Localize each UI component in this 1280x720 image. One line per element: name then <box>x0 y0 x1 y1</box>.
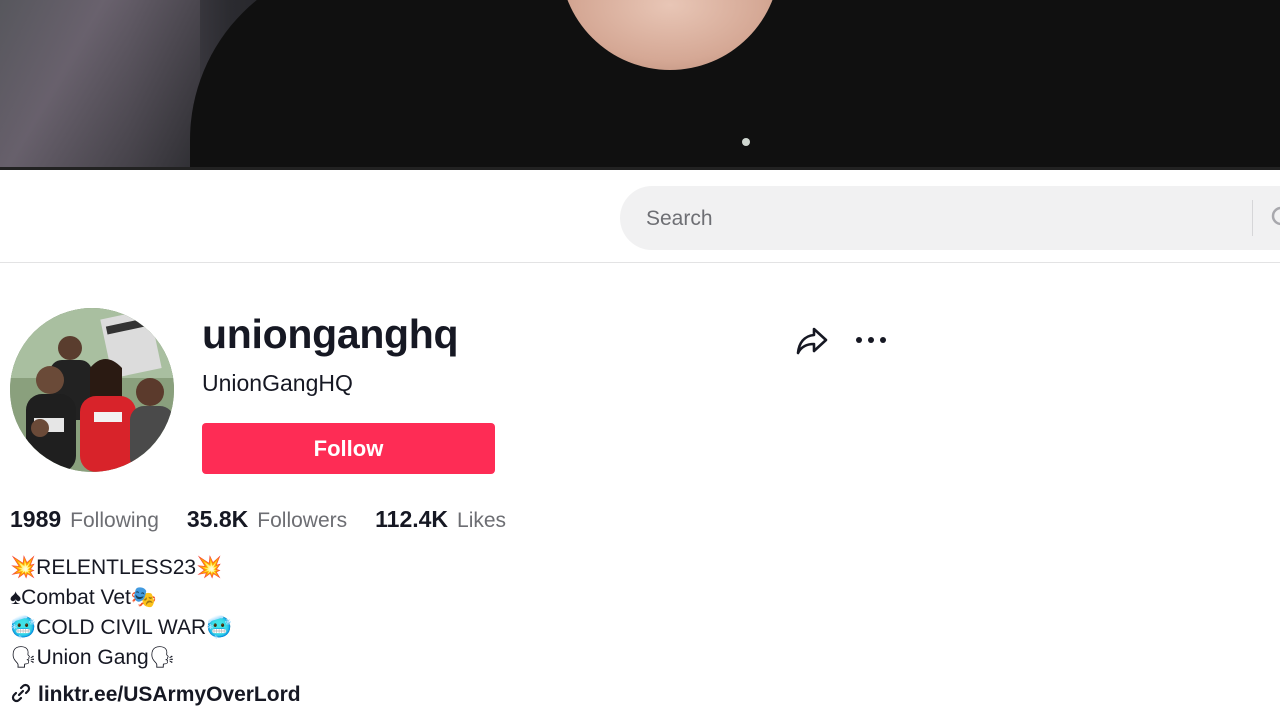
video-light-dot <box>742 138 750 146</box>
search-icon[interactable] <box>1270 205 1280 231</box>
video-background <box>0 0 200 170</box>
stat-likes: 112.4K Likes <box>375 506 506 533</box>
search-input[interactable] <box>644 186 1248 252</box>
profile-link[interactable]: linktr.ee/USArmyOverLord <box>38 683 301 707</box>
profile-username: unionganghq <box>202 311 459 357</box>
stat-following[interactable]: 1989 Following <box>10 506 159 533</box>
search-divider <box>1252 200 1253 236</box>
stat-likes-label: Likes <box>457 509 507 532</box>
bio-line: 💥RELENTLESS23💥 <box>10 556 223 579</box>
search-box[interactable] <box>620 186 1280 252</box>
bio-line: ♠Combat Vet🎭 <box>10 586 158 609</box>
stat-following-label: Following <box>70 509 159 532</box>
profile-nickname: UnionGangHQ <box>202 370 353 396</box>
top-header <box>0 170 1280 263</box>
stat-following-value: 1989 <box>10 506 62 532</box>
follow-button[interactable]: Follow <box>202 423 495 474</box>
link-icon <box>10 682 32 709</box>
bio-line: 🗣Union Gang🗣 <box>10 646 176 669</box>
stat-followers-value: 35.8K <box>186 506 249 532</box>
profile-link-row[interactable]: linktr.ee/USArmyOverLord <box>10 680 301 710</box>
bio-line: 🥶COLD CIVIL WAR🥶 <box>10 616 233 639</box>
video-frame <box>0 0 1280 170</box>
stat-followers[interactable]: 35.8K Followers <box>187 506 347 533</box>
more-dots-icon[interactable] <box>852 322 890 358</box>
avatar[interactable] <box>10 308 174 472</box>
stat-likes-value: 112.4K <box>375 506 449 532</box>
profile-stats: 1989 Following 35.8K Followers 112.4K Li… <box>10 506 534 540</box>
profile-bio: 💥RELENTLESS23💥 ♠Combat Vet🎭 🥶COLD CIVIL … <box>10 553 610 673</box>
share-icon[interactable] <box>794 322 830 358</box>
stat-followers-label: Followers <box>257 509 348 532</box>
